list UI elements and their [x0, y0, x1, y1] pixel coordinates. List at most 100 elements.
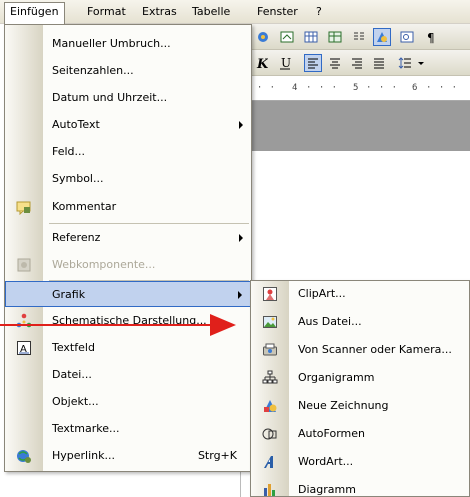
menu-item-label: Textmarke... [52, 422, 120, 435]
drawing-icon[interactable] [373, 28, 391, 46]
submenu-arrow-icon [238, 291, 242, 299]
hyperlink-icon[interactable] [278, 28, 296, 46]
research-icon[interactable] [254, 28, 272, 46]
menu-item-label: Symbol... [52, 172, 104, 185]
menu-item-datum-uhrzeit[interactable]: Datum und Uhrzeit... [5, 85, 251, 111]
menu-item-label: Schematische Darstellung... [52, 314, 207, 327]
menu-item-organigramm[interactable]: Organigramm [251, 365, 469, 391]
menu-extras[interactable]: Extras [137, 3, 182, 21]
menu-item-label: AutoFormen [298, 427, 365, 440]
menu-item-objekt[interactable]: Objekt... [5, 389, 251, 415]
standard-toolbar: ¶ [240, 24, 470, 50]
chevron-down-icon[interactable] [412, 54, 430, 72]
scanner-icon [261, 341, 279, 359]
ruler-dots: · · · [366, 83, 399, 93]
table-icon[interactable] [302, 28, 320, 46]
menu-item-label: Grafik [52, 288, 86, 301]
columns-icon[interactable] [350, 28, 368, 46]
underline-icon[interactable]: U [276, 54, 294, 72]
ruler-mark: 6 [412, 83, 419, 93]
menu-item-label: Diagramm [298, 483, 356, 496]
align-center-icon[interactable] [326, 54, 344, 72]
justify-icon[interactable] [370, 54, 388, 72]
menu-format[interactable]: Format [82, 3, 131, 21]
menu-item-textfeld[interactable]: A Textfeld [5, 335, 251, 361]
menu-item-label: Objekt... [52, 395, 99, 408]
menu-help[interactable]: ? [311, 3, 327, 21]
menu-item-feld[interactable]: Feld... [5, 139, 251, 165]
picture-file-icon [261, 313, 279, 331]
align-left-icon[interactable] [304, 54, 322, 72]
ruler-dots: · · · [426, 83, 459, 93]
menu-bar: Einfügen Format Extras Tabelle Fenster ? [0, 0, 470, 24]
menu-item-label: Organigramm [298, 371, 375, 384]
org-chart-icon [261, 369, 279, 387]
menu-item-manueller-umbruch[interactable]: Manueller Umbruch... [5, 31, 251, 57]
menu-item-shortcut: Strg+K [197, 449, 237, 462]
menu-item-label: Manueller Umbruch... [52, 37, 171, 50]
menu-label: Tabelle [192, 5, 231, 18]
paragraph-icon[interactable]: ¶ [423, 28, 441, 46]
excel-table-icon[interactable] [326, 28, 344, 46]
ruler-ticks: · · · 4 · · · 5 · · · 6 · · · [240, 83, 470, 95]
menu-item-label: Textfeld [52, 341, 95, 354]
format-toolbar: K U [240, 50, 470, 76]
menu-item-datei[interactable]: Datei... [5, 362, 251, 388]
menu-item-kommentar[interactable]: Kommentar [5, 194, 251, 220]
submenu-arrow-icon [239, 234, 243, 242]
menu-item-neue-zeichnung[interactable]: Neue Zeichnung [251, 393, 469, 419]
menu-label: ? [316, 5, 322, 18]
ruler-dots: · · · [306, 83, 339, 93]
chart-icon [261, 481, 279, 497]
menu-item-webkomponente[interactable]: Webkomponente... [5, 252, 251, 278]
diagram-icon [15, 312, 33, 330]
menu-item-referenz[interactable]: Referenz [5, 225, 251, 251]
menu-item-label: Von Scanner oder Kamera... [298, 343, 452, 356]
menu-item-label: Kommentar [52, 200, 117, 213]
ruler-mark: 5 [353, 83, 360, 93]
menu-item-label: Datum und Uhrzeit... [52, 91, 168, 104]
document-background [240, 101, 470, 151]
grafik-submenu: ClipArt... Aus Datei... Von Scanner oder… [250, 280, 470, 497]
menu-label: Extras [142, 5, 177, 18]
menu-item-symbol[interactable]: Symbol... [5, 166, 251, 192]
menu-item-label: AutoText [52, 118, 100, 131]
svg-text:K: K [256, 57, 268, 70]
menu-item-seitenzahlen[interactable]: Seitenzahlen... [5, 58, 251, 84]
hyperlink-icon [15, 447, 33, 465]
menu-item-hyperlink[interactable]: Hyperlink... Strg+K [5, 443, 251, 469]
web-component-icon [15, 256, 33, 274]
menu-item-scanner-kamera[interactable]: Von Scanner oder Kamera... [251, 337, 469, 363]
menu-label: Fenster [257, 5, 298, 18]
menu-item-clipart[interactable]: ClipArt... [251, 281, 469, 307]
italic-icon[interactable]: K [252, 54, 270, 72]
comment-icon [15, 198, 33, 216]
menu-item-label: Aus Datei... [298, 315, 362, 328]
clipart-icon [261, 285, 279, 303]
align-right-icon[interactable] [348, 54, 366, 72]
menu-item-autoformen[interactable]: AutoFormen [251, 421, 469, 447]
ruler-mark: 4 [292, 83, 299, 93]
new-drawing-icon [261, 397, 279, 415]
menu-tabelle[interactable]: Tabelle [187, 3, 235, 21]
insert-menu: Manueller Umbruch... Seitenzahlen... Dat… [4, 24, 252, 472]
wordart-icon [261, 453, 279, 471]
autoshapes-icon [261, 425, 279, 443]
document-map-icon[interactable] [398, 28, 416, 46]
menu-item-label: Neue Zeichnung [298, 399, 389, 412]
menu-item-label: Datei... [52, 368, 92, 381]
menu-einfuegen[interactable]: Einfügen [4, 2, 65, 24]
menu-item-textmarke[interactable]: Textmarke... [5, 416, 251, 442]
annotation-arrow-line [0, 324, 212, 326]
menu-item-label: Hyperlink... [52, 449, 115, 462]
menu-item-grafik[interactable]: Grafik [5, 281, 251, 307]
menu-fenster[interactable]: Fenster [252, 3, 303, 21]
menu-item-aus-datei[interactable]: Aus Datei... [251, 309, 469, 335]
svg-text:U: U [281, 56, 291, 70]
menu-item-autotext[interactable]: AutoText [5, 112, 251, 138]
menu-item-wordart[interactable]: WordArt... [251, 449, 469, 475]
menu-item-diagramm[interactable]: Diagramm [251, 477, 469, 497]
menu-item-label: Feld... [52, 145, 86, 158]
svg-text:¶: ¶ [427, 31, 435, 44]
textbox-icon: A [15, 339, 33, 357]
